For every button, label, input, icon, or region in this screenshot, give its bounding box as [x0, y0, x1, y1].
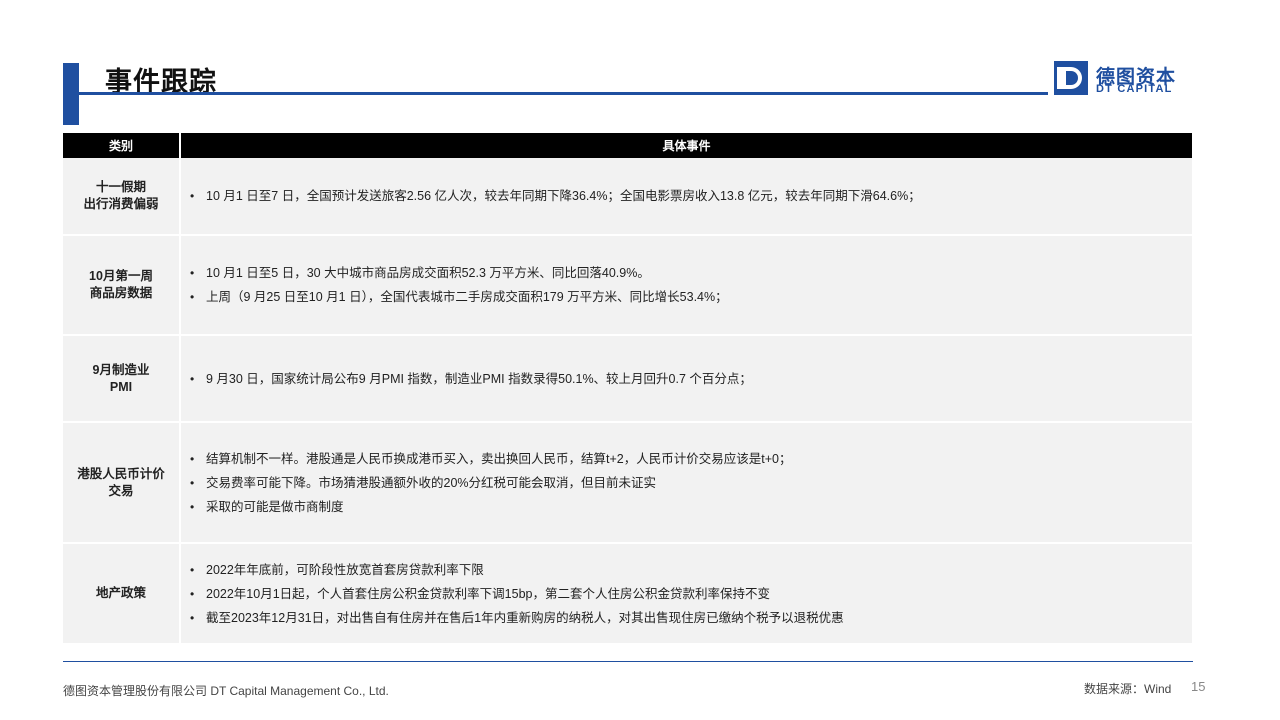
event-tracking-table: 类别 具体事件 十一假期 出行消费偏弱 10 月1 日至7 日，全国预计发送旅客… [63, 133, 1192, 645]
title-underline [79, 92, 1048, 95]
title-accent-bar [63, 63, 79, 125]
event-item: 9 月30 日，国家统计局公布9 月PMI 指数，制造业PMI 指数录得50.1… [189, 367, 1192, 391]
category-line: 地产政策 [95, 586, 146, 600]
event-item: 交易费率可能下降。市场猜港股通额外收的20%分红税可能会取消，但目前未证实 [189, 471, 1192, 495]
category-line: 十一假期 [95, 180, 146, 194]
row-events: 10 月1 日至7 日，全国预计发送旅客2.56 亿人次，较去年同期下降36.4… [180, 158, 1192, 236]
event-item: 上周（9 月25 日至10 月1 日），全国代表城市二手房成交面积179 万平方… [189, 285, 1192, 309]
row-events: 结算机制不一样。港股通是人民币换成港币买入，卖出换回人民币，结算t+2，人民币计… [180, 422, 1192, 544]
column-header-category: 类别 [63, 133, 181, 158]
event-item: 结算机制不一样。港股通是人民币换成港币买入，卖出换回人民币，结算t+2，人民币计… [189, 447, 1192, 471]
category-line: 出行消费偏弱 [83, 197, 159, 211]
category-line: 港股人民币计价 [77, 466, 165, 481]
row-category: 地产政策 [63, 543, 181, 645]
event-item: 采取的可能是做市商制度 [189, 495, 1192, 519]
row-category: 9月制造业 PMI [63, 335, 181, 423]
table-row: 9月制造业 PMI 9 月30 日，国家统计局公布9 月PMI 指数，制造业PM… [63, 335, 1192, 423]
row-category: 港股人民币计价 交易 [63, 422, 181, 544]
category-line: 交易 [108, 483, 134, 498]
table-row: 10月第一周 商品房数据 10 月1 日至5 日，30 大中城市商品房成交面积5… [63, 235, 1192, 336]
company-logo: 德图资本 DT CAPITAL [1054, 61, 1194, 97]
row-events: 9 月30 日，国家统计局公布9 月PMI 指数，制造业PMI 指数录得50.1… [180, 335, 1192, 423]
table-row: 十一假期 出行消费偏弱 10 月1 日至7 日，全国预计发送旅客2.56 亿人次… [63, 158, 1192, 236]
table-header-row: 类别 具体事件 [63, 133, 1192, 158]
logo-english-name: DT CAPITAL [1096, 83, 1173, 95]
category-line: PMI [109, 379, 133, 394]
event-item: 10 月1 日至5 日，30 大中城市商品房成交面积52.3 万平方米、同比回落… [189, 261, 1192, 285]
event-item: 2022年年底前，可阶段性放宽首套房贷款利率下限 [189, 558, 1192, 582]
column-header-events: 具体事件 [180, 133, 1192, 158]
row-category: 10月第一周 商品房数据 [63, 235, 181, 336]
logo-d-icon [1054, 61, 1088, 95]
row-events: 2022年年底前，可阶段性放宽首套房贷款利率下限 2022年10月1日起，个人首… [180, 543, 1192, 645]
event-item: 2022年10月1日起，个人首套住房公积金贷款利率下调15bp，第二套个人住房公… [189, 582, 1192, 606]
footer-data-source: 数据来源：Wind [1084, 682, 1172, 696]
table-row: 港股人民币计价 交易 结算机制不一样。港股通是人民币换成港币买入，卖出换回人民币… [63, 422, 1192, 544]
footer-company-name: 德图资本管理股份有限公司 DT Capital Management Co., … [63, 684, 389, 698]
table-row: 地产政策 2022年年底前，可阶段性放宽首套房贷款利率下限 2022年10月1日… [63, 543, 1192, 645]
page-number: 15 [1191, 679, 1206, 694]
category-line: 商品房数据 [89, 286, 153, 300]
footer-divider [63, 661, 1193, 662]
category-line: 9月制造业 [92, 362, 150, 377]
category-line: 10月第一周 [89, 269, 153, 283]
row-category: 十一假期 出行消费偏弱 [63, 158, 181, 236]
row-events: 10 月1 日至5 日，30 大中城市商品房成交面积52.3 万平方米、同比回落… [180, 235, 1192, 336]
event-item: 截至2023年12月31日，对出售自有住房并在售后1年内重新购房的纳税人，对其出… [189, 606, 1192, 630]
event-item: 10 月1 日至7 日，全国预计发送旅客2.56 亿人次，较去年同期下降36.4… [189, 184, 1192, 208]
